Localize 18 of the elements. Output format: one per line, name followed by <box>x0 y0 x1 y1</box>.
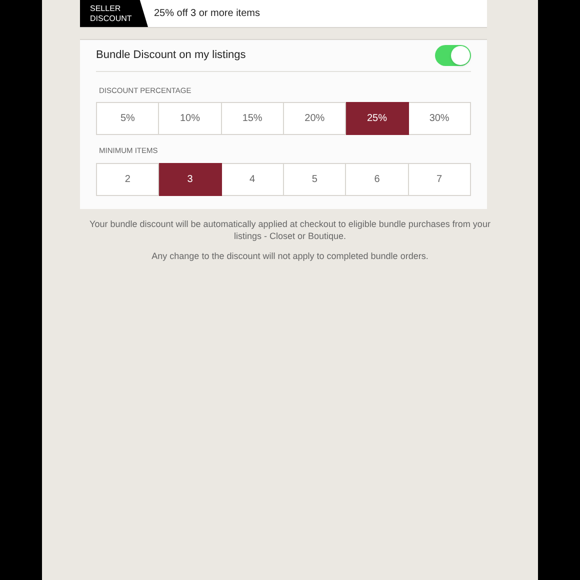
option-segment[interactable]: 30% <box>408 102 471 136</box>
option-segment[interactable]: 25% <box>346 102 409 136</box>
info-note: Your bundle discount will be automatically applied at checkout to eligible bundle purchases from your listings - Closet or Boutique. <box>88 218 492 242</box>
option-segment[interactable]: 15% <box>222 102 284 136</box>
seller-discount-badge: SELLER DISCOUNT <box>80 0 148 27</box>
option-segment[interactable]: 7 <box>408 162 471 196</box>
option-segment[interactable]: 20% <box>284 102 346 136</box>
discount-summary: 25% off 3 or more items <box>154 7 260 21</box>
bundle-discount-label: Bundle Discount on my listings <box>96 48 246 64</box>
option-segment[interactable]: 5 <box>284 162 346 196</box>
option-segment[interactable]: 2 <box>97 162 160 196</box>
option-segment[interactable]: 3 <box>159 162 222 196</box>
option-segment[interactable]: 10% <box>159 102 222 136</box>
option-segment[interactable]: 6 <box>346 162 409 196</box>
info-note: Any change to the discount will not apply to completed bundle orders. <box>150 250 430 262</box>
bundle-discount-toggle[interactable] <box>435 45 471 66</box>
option-segment[interactable]: 4 <box>222 162 284 196</box>
option-segment[interactable]: 5% <box>97 102 160 136</box>
